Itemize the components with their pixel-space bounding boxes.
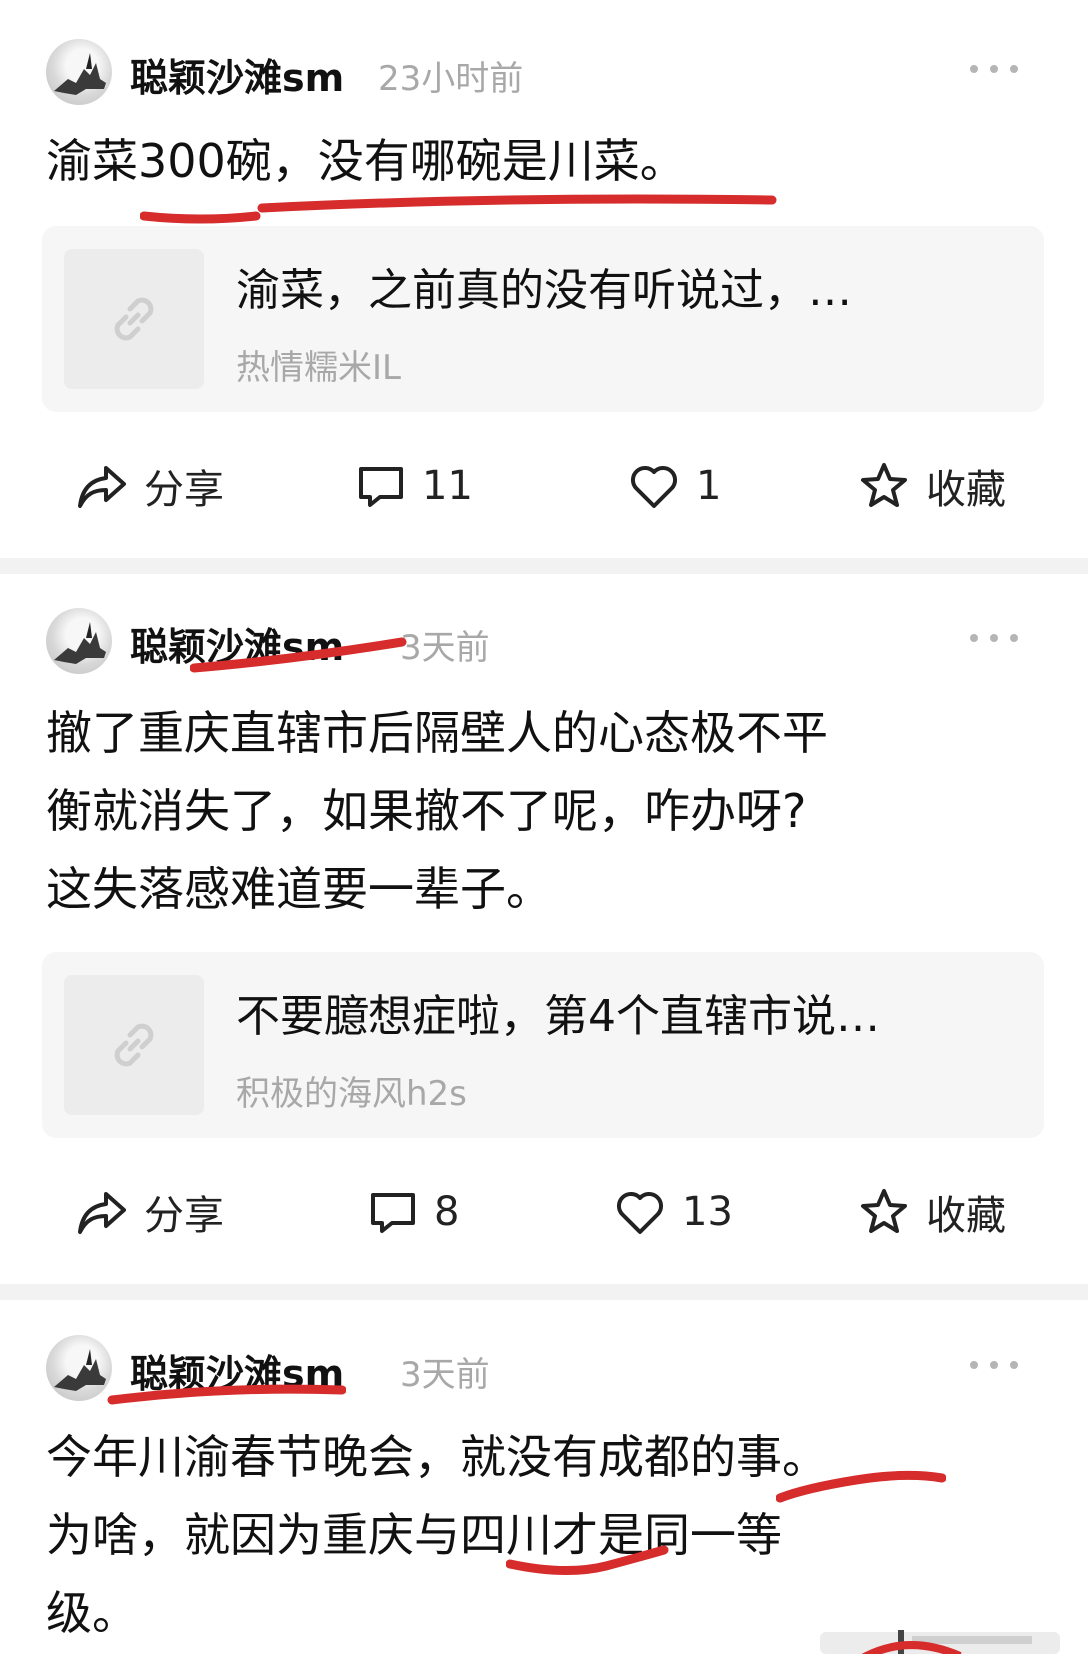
favorite-button[interactable]: 收藏 <box>858 1177 1006 1247</box>
heart-icon <box>616 1191 664 1234</box>
post-time: 3天前 <box>400 1355 490 1395</box>
comment-icon <box>371 1193 415 1233</box>
favorite-button[interactable]: 收藏 <box>858 451 1006 521</box>
like-count: 1 <box>696 463 722 509</box>
action-bar: 分享 11 1 收藏 <box>0 451 1088 521</box>
post-separator <box>0 558 1088 574</box>
comment-count: 8 <box>434 1189 460 1235</box>
post-card[interactable]: 聪颖沙滩sm 3天前 撤了重庆直辖市后隔壁人的心态极不平 衡就消失了，如果撤不了… <box>0 574 1088 1270</box>
link-author: 热情糯米IL <box>236 348 401 388</box>
comment-count: 11 <box>422 463 473 509</box>
link-card[interactable]: 不要臆想症啦，第4个直辖市说… 积极的海风h2s <box>42 952 1044 1138</box>
post-header: 聪颖沙滩sm 3天前 <box>46 608 1046 674</box>
link-thumbnail <box>64 975 204 1115</box>
username[interactable]: 聪颖沙滩sm <box>130 1343 344 1398</box>
more-icon[interactable] <box>968 1355 1020 1375</box>
post-content-line: 这失落感难道要一辈子。 <box>46 862 552 916</box>
share-icon <box>78 1192 126 1234</box>
favorite-label: 收藏 <box>926 1193 1006 1239</box>
username[interactable]: 聪颖沙滩sm <box>130 616 344 671</box>
comment-button[interactable]: 11 <box>356 451 473 521</box>
post-content-line: 为啥，就因为重庆与四川才是同一等 <box>46 1508 782 1562</box>
post-content-line: 渝菜300碗，没有哪碗是川菜。 <box>46 134 686 188</box>
share-label: 分享 <box>144 1193 224 1239</box>
avatar[interactable] <box>46 1335 112 1401</box>
share-icon <box>78 466 126 508</box>
link-title: 渝菜，之前真的没有听说过，… <box>236 265 852 316</box>
share-button[interactable]: 分享 <box>76 1177 224 1247</box>
more-icon[interactable] <box>968 628 1020 648</box>
post-separator <box>0 1284 1088 1300</box>
star-icon <box>861 463 907 507</box>
link-author: 积极的海风h2s <box>236 1074 467 1114</box>
share-button[interactable]: 分享 <box>76 451 224 521</box>
post-content[interactable]: 撤了重庆直辖市后隔壁人的心态极不平 衡就消失了，如果撤不了呢，咋办呀? 这失落感… <box>46 694 1046 928</box>
post-card[interactable]: 聪颖沙滩sm 3天前 今年川渝春节晚会，就没有成都的事。 为啥，就因为重庆与四川… <box>0 1300 1088 1654</box>
post-time: 3天前 <box>400 628 490 668</box>
heart-icon <box>630 465 678 508</box>
share-label: 分享 <box>144 467 224 513</box>
avatar[interactable] <box>46 39 112 105</box>
link-icon <box>114 1023 154 1067</box>
bottom-toolbar-icons <box>820 1630 1060 1654</box>
post-content-line: 撤了重庆直辖市后隔壁人的心态极不平 <box>46 706 828 760</box>
comment-button[interactable]: 8 <box>368 1177 459 1247</box>
more-icon[interactable] <box>968 59 1020 79</box>
comment-icon <box>359 467 403 507</box>
avatar[interactable] <box>46 608 112 674</box>
post-header: 聪颖沙滩sm 3天前 <box>46 1335 1046 1401</box>
star-icon <box>861 1189 907 1233</box>
post-content[interactable]: 今年川渝春节晚会，就没有成都的事。 为啥，就因为重庆与四川才是同一等 级。 <box>46 1418 1046 1652</box>
feed-page: 聪颖沙滩sm 23小时前 渝菜300碗，没有哪碗是川菜。 渝菜，之前真的没有听说… <box>0 0 1088 1654</box>
like-button[interactable]: 1 <box>628 451 721 521</box>
post-content-line: 今年川渝春节晚会，就没有成都的事。 <box>46 1430 828 1484</box>
like-button[interactable]: 13 <box>614 1177 733 1247</box>
favorite-label: 收藏 <box>926 467 1006 513</box>
link-thumbnail <box>64 249 204 389</box>
link-title: 不要臆想症啦，第4个直辖市说… <box>236 991 880 1042</box>
post-content-line: 衡就消失了，如果撤不了呢，咋办呀? <box>46 784 807 838</box>
link-card[interactable]: 渝菜，之前真的没有听说过，… 热情糯米IL <box>42 226 1044 412</box>
link-icon <box>114 297 154 341</box>
post-content[interactable]: 渝菜300碗，没有哪碗是川菜。 <box>46 122 1046 200</box>
like-count: 13 <box>682 1189 733 1235</box>
post-card[interactable]: 聪颖沙滩sm 23小时前 渝菜300碗，没有哪碗是川菜。 渝菜，之前真的没有听说… <box>0 0 1088 528</box>
username[interactable]: 聪颖沙滩sm <box>130 47 344 102</box>
action-bar: 分享 8 13 收藏 <box>0 1177 1088 1247</box>
post-time: 23小时前 <box>378 59 524 99</box>
post-header: 聪颖沙滩sm 23小时前 <box>46 39 1046 105</box>
